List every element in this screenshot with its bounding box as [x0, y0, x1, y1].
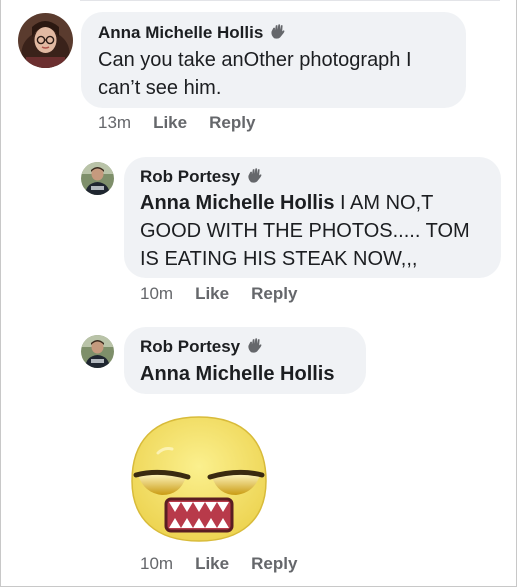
comment-text: Anna Michelle Hollis	[140, 360, 334, 388]
author-name[interactable]: Anna Michelle Hollis	[98, 23, 263, 42]
mention-link[interactable]: Anna Michelle Hollis	[140, 192, 334, 214]
comment-text: Can you take anOther photograph I can’t …	[98, 49, 412, 99]
avatar-rob[interactable]	[81, 335, 114, 368]
avatar-rob[interactable]	[81, 162, 114, 195]
like-button[interactable]: Like	[195, 554, 229, 574]
author-name[interactable]: Rob Portesy	[140, 337, 240, 356]
comment-text: Anna Michelle Hollis I AM NO,T GOOD WITH…	[140, 189, 490, 273]
like-button[interactable]: Like	[153, 113, 187, 133]
wave-hand-icon	[246, 167, 263, 184]
timestamp[interactable]: 13m	[98, 113, 131, 133]
comment-actions: 10m Like Reply	[140, 284, 297, 304]
wave-hand-icon	[269, 23, 286, 40]
comment-actions: 10m Like Reply	[140, 554, 297, 574]
comment-bubble: Rob Portesy Anna Michelle Hollis I AM NO…	[124, 157, 501, 278]
comment-actions: 13m Like Reply	[98, 113, 255, 133]
reply-button[interactable]: Reply	[209, 113, 255, 133]
timestamp[interactable]: 10m	[140, 284, 173, 304]
comment-bubble: Anna Michelle Hollis Can you take anOthe…	[81, 12, 466, 108]
avatar-anna[interactable]	[18, 13, 73, 68]
reply-button[interactable]: Reply	[251, 284, 297, 304]
divider	[80, 0, 500, 1]
timestamp[interactable]: 10m	[140, 554, 173, 574]
annoyed-face-sticker[interactable]	[128, 413, 270, 545]
like-button[interactable]: Like	[195, 284, 229, 304]
mention-link[interactable]: Anna Michelle Hollis	[140, 363, 334, 385]
reply-button[interactable]: Reply	[251, 554, 297, 574]
comment-bubble: Rob Portesy Anna Michelle Hollis	[124, 327, 366, 394]
author-name[interactable]: Rob Portesy	[140, 167, 240, 186]
wave-hand-icon	[246, 337, 263, 354]
